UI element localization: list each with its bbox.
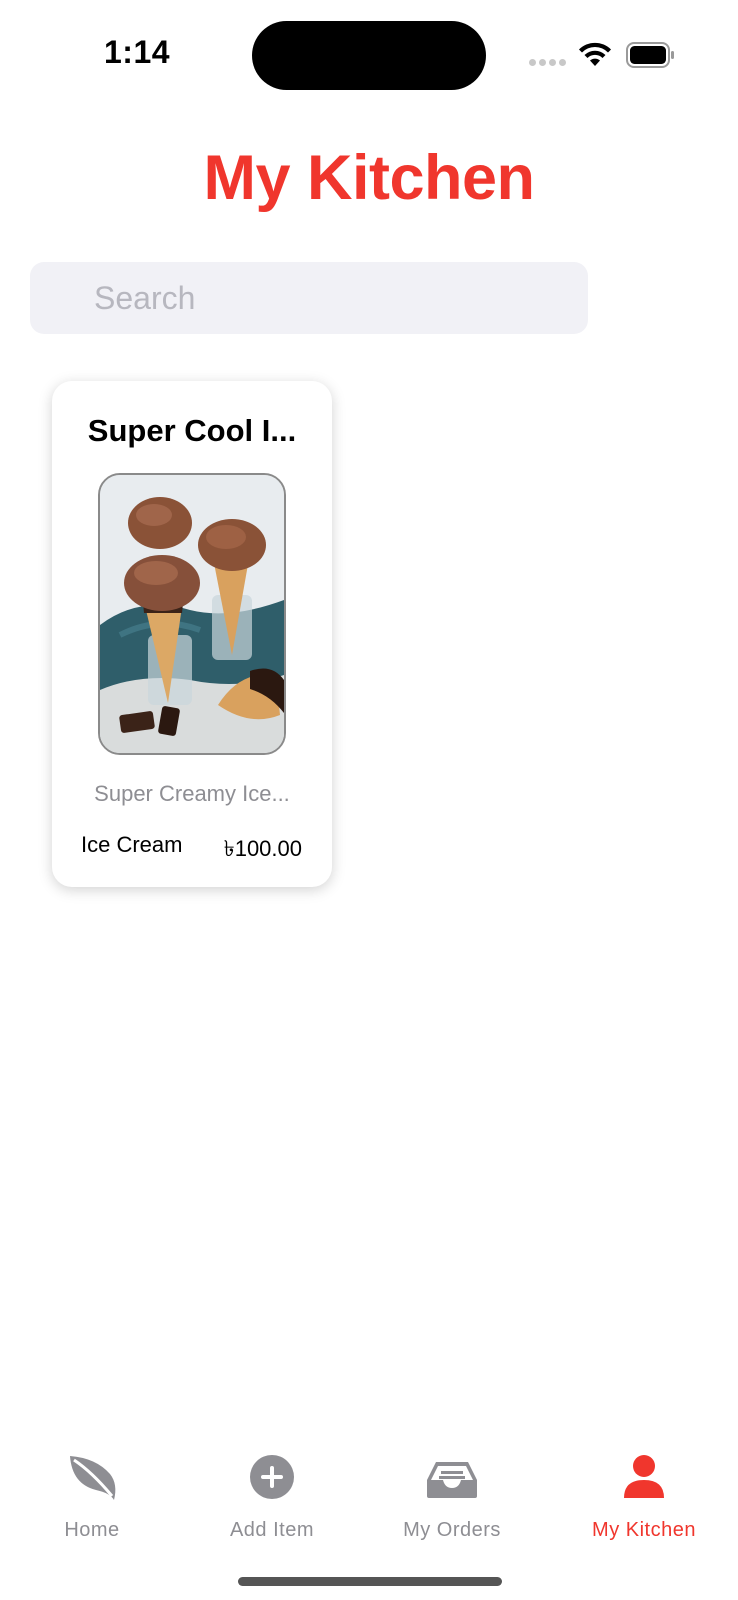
page-title: My Kitchen bbox=[203, 143, 535, 213]
status-time: 1:14 bbox=[104, 34, 171, 70]
tab-bar: Home Add Item My Orders My Kitchen bbox=[0, 1440, 738, 1550]
item-price: ৳100.00 bbox=[223, 836, 302, 861]
cellular-signal-icon bbox=[529, 59, 567, 67]
tab-add-item-label: Add Item bbox=[229, 1519, 315, 1541]
plus-circle-icon bbox=[246, 1454, 298, 1500]
tab-home-label: Home bbox=[64, 1519, 120, 1541]
tab-my-orders[interactable]: My Orders bbox=[360, 1440, 544, 1541]
item-title: Super Cool I... bbox=[87, 413, 297, 448]
dynamic-island bbox=[252, 21, 486, 90]
tab-add-item[interactable]: Add Item bbox=[180, 1440, 364, 1541]
battery-icon bbox=[626, 42, 676, 68]
wifi-icon bbox=[578, 42, 612, 68]
search-input[interactable] bbox=[92, 278, 588, 318]
item-image bbox=[98, 473, 286, 755]
tab-home[interactable]: Home bbox=[0, 1440, 184, 1541]
tab-my-kitchen-label: My Kitchen bbox=[592, 1519, 696, 1541]
search-bar[interactable] bbox=[30, 262, 588, 334]
person-icon bbox=[618, 1454, 670, 1500]
kitchen-item-card[interactable]: Super Cool I... Super Creamy Ice... Ice … bbox=[52, 381, 332, 887]
tab-my-orders-label: My Orders bbox=[403, 1519, 501, 1541]
tray-icon bbox=[426, 1454, 478, 1500]
my-kitchen-screen: 1:14 My Kitchen Super Cool I... bbox=[0, 0, 738, 1600]
item-description: Super Creamy Ice... bbox=[94, 781, 290, 806]
leaf-icon bbox=[66, 1454, 118, 1500]
tab-my-kitchen[interactable]: My Kitchen bbox=[552, 1440, 736, 1541]
item-category: Ice Cream bbox=[81, 832, 183, 857]
home-indicator bbox=[238, 1577, 502, 1586]
